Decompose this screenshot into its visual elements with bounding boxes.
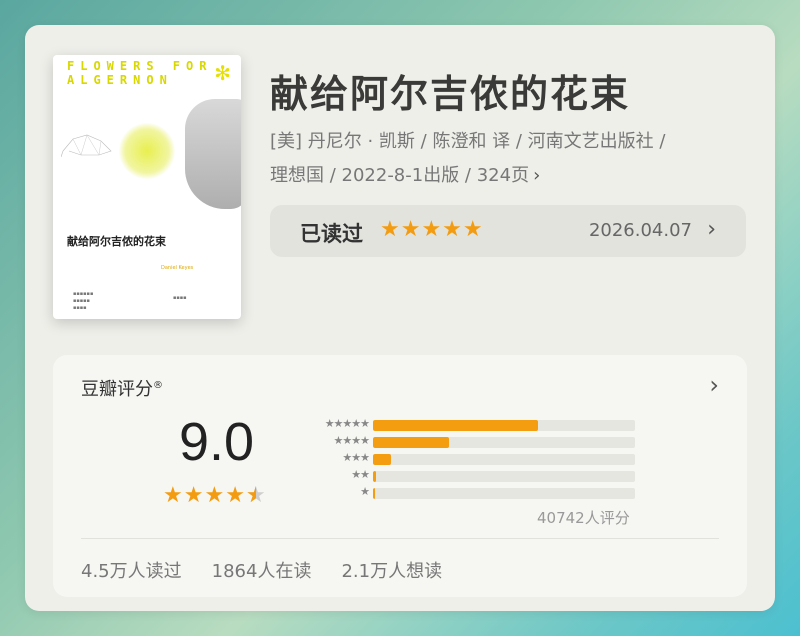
bar-star-label: ★★★★: [333, 434, 370, 447]
bar-track: [373, 454, 635, 465]
my-rating-stars: ★★★★★: [380, 217, 484, 242]
read-status-bar[interactable]: 已读过 ★★★★★ 2026.04.07 ›: [270, 205, 746, 257]
divider: [81, 538, 719, 539]
rating-bar-row: ★★★: [299, 451, 639, 468]
reader-stats: 4.5万人读过 1864人在读 2.1万人想读: [81, 557, 442, 583]
cover-title: 献给阿尔吉侬的花束: [67, 235, 166, 248]
book-title: 献给阿尔吉侬的花束: [270, 72, 631, 116]
rating-bar-row: ★★: [299, 468, 639, 485]
douban-rating-panel[interactable]: 豆瓣评分® › 9.0 ★★★★★ ★★★★★★★★★★★★★★★ 40742人…: [53, 355, 747, 597]
stat-read[interactable]: 4.5万人读过: [81, 557, 182, 583]
star-icon: ★: [163, 483, 184, 508]
rating-distribution: ★★★★★ ★★★★ ★★★ ★★ ★: [299, 417, 639, 502]
registered-mark: ®: [153, 380, 163, 391]
book-card: FLOWERS FOR ALGERNON ✻ 献给阿尔吉侬的花束 Daniel …: [25, 25, 775, 611]
bar-track: [373, 437, 635, 448]
book-cover-image[interactable]: FLOWERS FOR ALGERNON ✻ 献给阿尔吉侬的花束 Daniel …: [53, 55, 241, 319]
mouse-illustration-icon: [61, 134, 112, 158]
stat-reading[interactable]: 1864人在读: [212, 557, 312, 583]
star-icon: ★: [225, 483, 246, 508]
book-meta-line2-wrap: 理想国 / 2022-8-1出版 / 324页 ›: [270, 159, 740, 193]
stat-want[interactable]: 2.1万人想读: [341, 557, 442, 583]
rating-bar-row: ★: [299, 485, 639, 502]
chevron-right-icon[interactable]: ›: [709, 371, 719, 399]
bar-track: [373, 420, 635, 431]
dotted-circle-illustration: [119, 123, 175, 179]
bar-fill: [373, 454, 392, 465]
rating-title: 豆瓣评分: [81, 379, 153, 400]
read-status-label: 已读过: [300, 222, 363, 246]
bar-fill: [373, 420, 539, 431]
cover-asterisk-icon: ✻: [214, 61, 231, 85]
book-meta-line2: 理想国 / 2022-8-1出版 / 324页: [270, 165, 530, 186]
profile-head-illustration: [185, 99, 241, 209]
rating-count[interactable]: 40742人评分: [537, 507, 630, 528]
book-meta[interactable]: [美] 丹尼尔 · 凯斯 / 陈澄和 译 / 河南文艺出版社 / 理想国 / 2…: [270, 125, 740, 193]
bar-track: [373, 488, 635, 499]
cover-fine-print-2: ▪▪▪▪: [173, 295, 187, 301]
bar-star-label: ★: [360, 485, 370, 498]
bar-fill: [373, 471, 376, 482]
star-icon: ★: [183, 483, 205, 508]
rating-title-wrap: 豆瓣评分®: [81, 375, 163, 401]
rating-bar-row: ★★★★★: [299, 417, 639, 434]
chevron-right-icon: ›: [533, 165, 541, 186]
bar-fill: [373, 437, 449, 448]
cover-author-en: Daniel Keyes: [161, 265, 194, 271]
bar-star-label: ★★★: [342, 451, 370, 464]
half-star-icon: ★: [246, 483, 267, 508]
star-icon: ★: [204, 483, 226, 508]
average-stars: ★★★★★: [163, 483, 267, 508]
bar-track: [373, 471, 635, 482]
read-date: 2026.04.07: [588, 220, 692, 241]
book-meta-line1: [美] 丹尼尔 · 凯斯 / 陈澄和 译 / 河南文艺出版社 /: [270, 131, 666, 152]
chevron-right-icon: ›: [707, 217, 716, 242]
cover-fine-print: ▪▪▪▪▪▪ ▪▪▪▪▪ ▪▪▪▪: [73, 291, 94, 311]
bar-star-label: ★★: [351, 468, 370, 481]
rating-bar-row: ★★★★: [299, 434, 639, 451]
average-score: 9.0: [179, 412, 255, 472]
bar-star-label: ★★★★★: [324, 417, 370, 430]
bar-fill: [373, 488, 375, 499]
